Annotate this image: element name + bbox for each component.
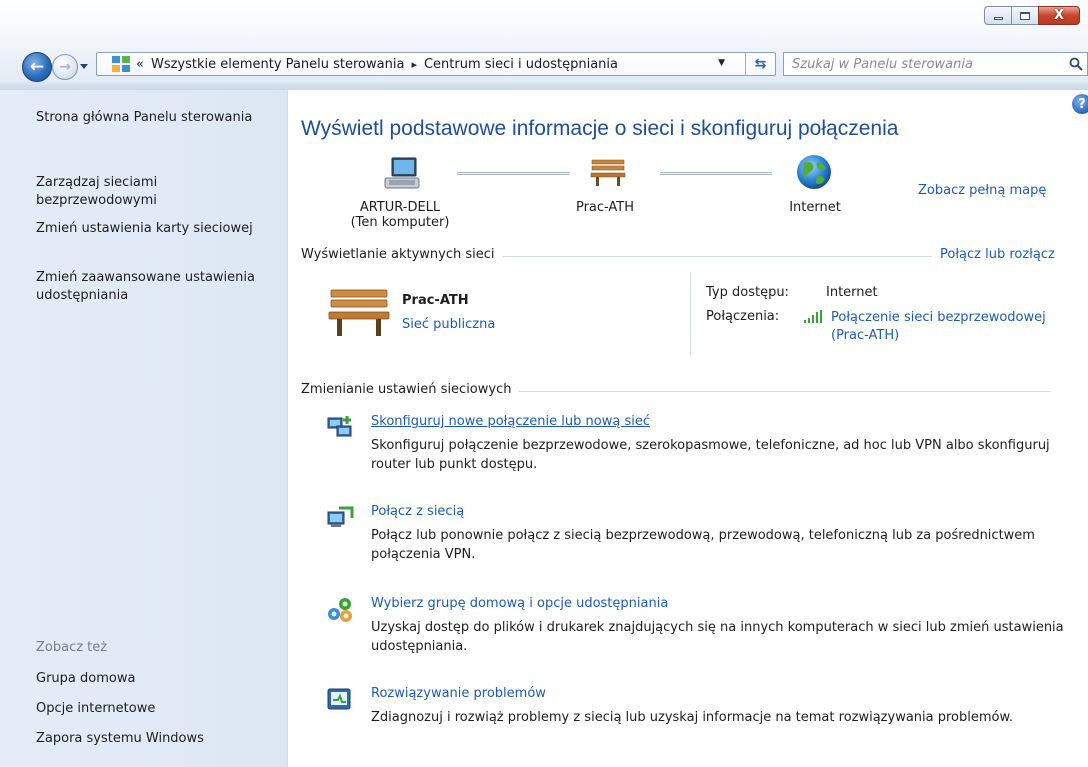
search-icon[interactable] bbox=[1065, 53, 1087, 75]
access-type-label: Typ dostępu: bbox=[706, 285, 789, 300]
task-homegroup: Wybierz grupę domową i opcje udostępnian… bbox=[325, 596, 1085, 656]
connect-network-link[interactable]: Połącz z siecią bbox=[371, 504, 464, 519]
address-dropdown-icon[interactable]: ▼ bbox=[718, 58, 725, 68]
minimize-icon bbox=[993, 17, 1003, 20]
connect-network-description: Połącz lub ponownie połącz z siecią bezp… bbox=[371, 528, 1035, 562]
refresh-button[interactable]: ⇆ bbox=[745, 53, 775, 75]
close-button[interactable]: X bbox=[1038, 6, 1080, 25]
setup-connection-link[interactable]: Skonfiguruj nowe połączenie lub nową sie… bbox=[371, 414, 650, 429]
computer-subtitle: (Ten komputer) bbox=[350, 215, 450, 230]
troubleshoot-link[interactable]: Rozwiązywanie problemów bbox=[371, 686, 546, 701]
troubleshoot-icon bbox=[327, 688, 351, 710]
close-icon: X bbox=[1053, 8, 1065, 23]
control-panel-icon bbox=[112, 56, 130, 72]
task-troubleshoot: Rozwiązywanie problemów Zdiagnozuj i roz… bbox=[325, 686, 1085, 730]
map-link-computer-network bbox=[457, 172, 569, 175]
breadcrumb-overflow[interactable]: « bbox=[136, 57, 144, 72]
breadcrumb-network-center[interactable]: Centrum sieci i udostępniania bbox=[424, 57, 618, 72]
connect-disconnect-link[interactable]: Połącz lub rozłącz bbox=[932, 247, 1055, 262]
homegroup-icon bbox=[328, 598, 352, 622]
map-link-network-internet bbox=[660, 172, 772, 175]
chrome-edge bbox=[0, 82, 1088, 90]
maximize-icon bbox=[1020, 11, 1030, 20]
see-also-homegroup[interactable]: Grupa domowa bbox=[36, 670, 276, 688]
history-dropdown-icon[interactable] bbox=[80, 62, 88, 70]
window-controls: X bbox=[984, 6, 1080, 25]
globe-icon bbox=[797, 155, 831, 189]
internet-node: Internet bbox=[789, 200, 841, 215]
task-setup-connection: Skonfiguruj nowe połączenie lub nową sie… bbox=[325, 414, 1085, 474]
setup-connection-description: Skonfiguruj połączenie bezprzewodowe, sz… bbox=[371, 438, 1050, 472]
full-map-link[interactable]: Zobacz pełną mapę bbox=[918, 183, 1046, 198]
network-details-divider bbox=[690, 272, 691, 355]
network-setup-icon bbox=[327, 416, 352, 437]
left-link-control-panel-home[interactable]: Strona główna Panelu sterowania bbox=[36, 109, 276, 127]
back-arrow-icon: ← bbox=[29, 56, 45, 77]
left-link-adapter-settings[interactable]: Zmień ustawienia karty sieciowej bbox=[36, 220, 276, 238]
left-link-manage-wireless[interactable]: Zarządzaj sieciami bezprzewodowymi bbox=[36, 174, 276, 210]
left-link-advanced-sharing[interactable]: Zmień zaawansowane ustawienia udostępnia… bbox=[36, 269, 276, 305]
see-also-windows-firewall[interactable]: Zapora systemu Windows bbox=[36, 730, 276, 748]
breadcrumb-separator-icon[interactable]: ▸ bbox=[411, 58, 417, 71]
troubleshoot-description: Zdiagnozuj i rozwiąż problemy z siecią l… bbox=[371, 710, 1014, 725]
connections-label: Połączenia: bbox=[706, 309, 780, 324]
wireless-connection-link[interactable]: Połączenie sieci bezprzewodowej (Prac-AT… bbox=[831, 309, 1061, 345]
maximize-button[interactable] bbox=[1011, 6, 1038, 25]
active-networks-heading: Wyświetlanie aktywnych sieci bbox=[301, 247, 503, 262]
search-box[interactable] bbox=[783, 52, 1088, 76]
network-connect-icon bbox=[327, 506, 354, 527]
help-icon[interactable]: ? bbox=[1072, 94, 1088, 114]
see-also-heading: Zobacz też bbox=[36, 640, 108, 655]
homegroup-description: Uzyskaj dostęp do plików i drukarek znaj… bbox=[371, 620, 1064, 654]
window-chrome: X ← → « Wszystkie elementy Panelu sterow… bbox=[0, 0, 1088, 90]
computer-name: ARTUR-DELL bbox=[359, 200, 441, 215]
access-type-value: Internet bbox=[826, 285, 878, 300]
left-navigation-pane: Strona główna Panelu sterowania Zarządza… bbox=[0, 90, 288, 767]
network-type-link[interactable]: Sieć publiczna bbox=[402, 317, 495, 332]
computer-icon bbox=[384, 157, 420, 189]
refresh-icon: ⇆ bbox=[754, 56, 767, 72]
address-bar[interactable]: « Wszystkie elementy Panelu sterowania ▸… bbox=[96, 52, 776, 76]
see-also-internet-options[interactable]: Opcje internetowe bbox=[36, 700, 276, 718]
public-network-bench-icon bbox=[328, 289, 390, 336]
minimize-button[interactable] bbox=[984, 6, 1011, 25]
task-connect-network: Połącz z siecią Połącz lub ponownie połą… bbox=[325, 504, 1085, 564]
back-button[interactable]: ← bbox=[22, 52, 52, 82]
forward-arrow-icon: → bbox=[59, 59, 71, 75]
homegroup-link[interactable]: Wybierz grupę domową i opcje udostępnian… bbox=[371, 596, 668, 611]
network-node: Prac-ATH bbox=[575, 200, 635, 215]
search-input[interactable] bbox=[784, 54, 1065, 74]
forward-button[interactable]: → bbox=[52, 54, 78, 80]
breadcrumb-all-control-panel-items[interactable]: Wszystkie elementy Panelu sterowania bbox=[151, 57, 404, 72]
active-network-name: Prac-ATH bbox=[402, 293, 469, 308]
page-title: Wyświetl podstawowe informacje o sieci i… bbox=[301, 117, 899, 140]
computer-node: ARTUR-DELL (Ten komputer) bbox=[335, 200, 465, 230]
bench-icon bbox=[590, 159, 626, 186]
wifi-signal-icon bbox=[804, 310, 822, 323]
change-settings-heading: Zmienianie ustawień sieciowych bbox=[301, 382, 520, 397]
